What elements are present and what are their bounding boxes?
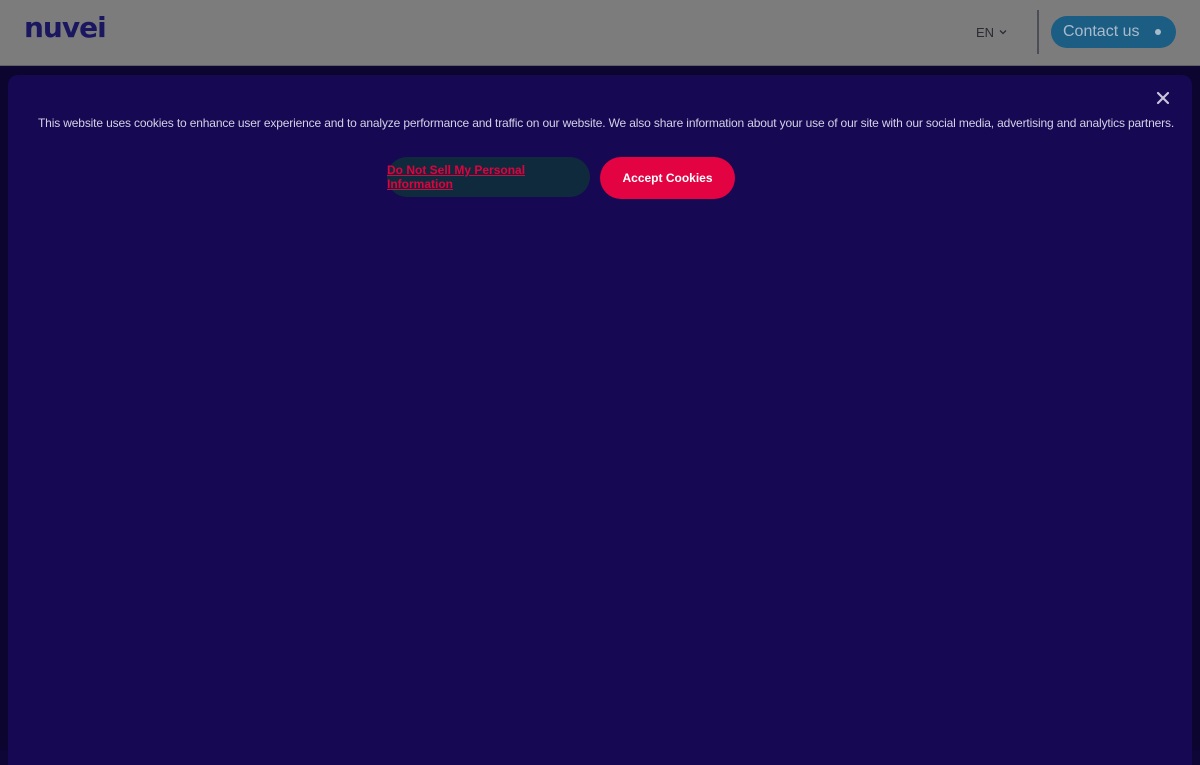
do-not-sell-button[interactable]: Do Not Sell My Personal Information bbox=[387, 157, 590, 197]
close-icon[interactable] bbox=[1152, 87, 1174, 109]
cookie-notice-text: This website uses cookies to enhance use… bbox=[38, 116, 1175, 130]
language-label: EN bbox=[976, 24, 995, 40]
contact-us-button[interactable]: Contact us bbox=[1051, 16, 1176, 48]
dot-icon bbox=[1155, 29, 1161, 35]
contact-us-label: Contact us bbox=[1063, 23, 1140, 40]
header-divider bbox=[1037, 10, 1039, 54]
chevron-down-icon bbox=[998, 25, 1008, 40]
nuvei-logo[interactable]: nuvei bbox=[24, 12, 107, 44]
site-header: nuvei EN Contact us bbox=[0, 0, 1200, 66]
language-selector[interactable]: EN bbox=[976, 22, 1008, 42]
accept-cookies-button[interactable]: Accept Cookies bbox=[600, 157, 735, 199]
